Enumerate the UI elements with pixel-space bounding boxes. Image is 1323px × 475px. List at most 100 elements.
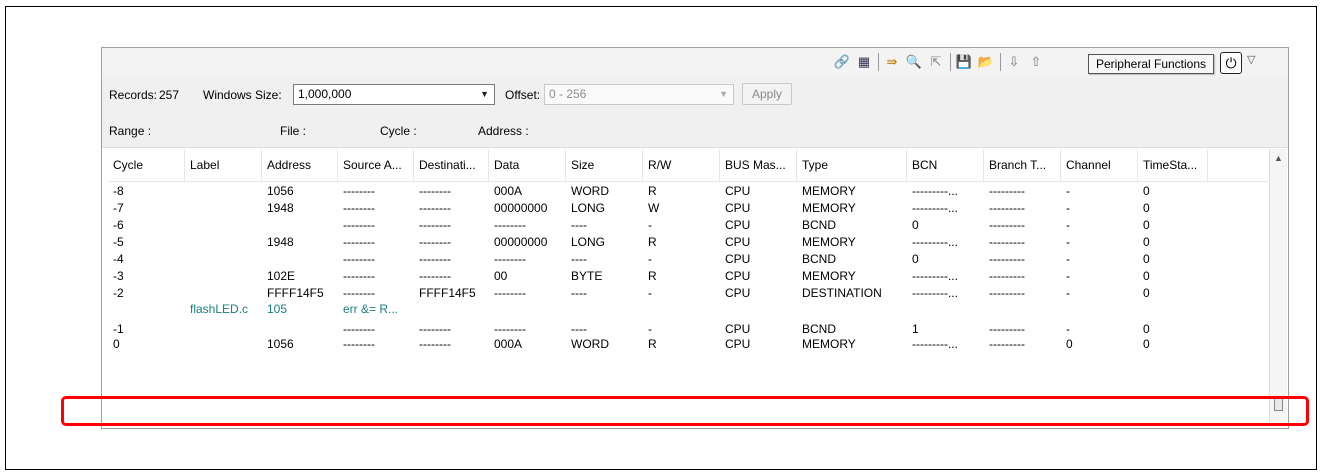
cell-channel: - <box>1066 252 1070 266</box>
view-menu-chevron-down-icon[interactable]: ▽ <box>1247 53 1255 66</box>
filter-info-row: Range : File : Cycle : Address : <box>102 113 1288 148</box>
search-icon[interactable]: 🔍 <box>906 54 922 70</box>
cell-label <box>185 268 262 284</box>
table-row[interactable]: -8 1056 -------- -------- 000A WORD R CPU MEMORY… <box>108 183 1218 199</box>
filter-icon[interactable]: ⇩ <box>1006 54 1022 70</box>
cell-label <box>185 217 262 233</box>
cell-rw: R <box>648 269 657 283</box>
cell-type: BCND <box>802 218 837 232</box>
cell-data: 00 <box>494 269 508 283</box>
table-row[interactable]: -7 1948 -------- -------- 00000000 LONG W CPU ME… <box>108 200 1218 216</box>
toolbar: 🔗 ▦ ⇛ 🔍 ⇱ 💾 📂 ⇩ ⇧ Peripheral Functions ⏻… <box>102 48 1288 78</box>
table-row[interactable]: -5 1948 -------- -------- 00000000 LONG R CPU ME… <box>108 234 1218 250</box>
offset-select[interactable]: 0 - 256 ▼ <box>544 84 734 105</box>
cycle-label: Cycle : <box>380 124 417 138</box>
cell-branch-type: --------- <box>989 218 1025 232</box>
file-label: File : <box>280 124 307 138</box>
column-header-address[interactable]: Address <box>262 149 338 181</box>
window-size-select[interactable]: 1,000,000 ▼ <box>293 84 495 105</box>
column-header-timestamp[interactable]: TimeSta... <box>1138 149 1208 181</box>
scroll-up-icon[interactable]: ▲ <box>1274 153 1283 163</box>
cell-type: BCND <box>802 322 837 336</box>
cell-bus-master <box>720 301 797 317</box>
cell-rw: R <box>648 235 657 249</box>
save-icon[interactable]: 💾 <box>956 54 972 70</box>
cell-address: 1948 <box>267 201 294 215</box>
address-label: Address : <box>478 124 529 138</box>
export-icon[interactable]: ⇱ <box>928 54 944 70</box>
power-icon[interactable]: ⏻ <box>1220 52 1242 74</box>
cell-timestamp: 0 <box>1143 286 1150 300</box>
cell-data: -------- <box>494 322 526 336</box>
cell-timestamp <box>1138 301 1208 317</box>
cell-branch-type: --------- <box>989 201 1025 215</box>
cell-bcn: 0 <box>912 218 919 232</box>
cell-bus-master: CPU <box>725 337 751 351</box>
cell-channel: - <box>1066 201 1070 215</box>
table-row[interactable]: -4 -------- -------- -------- ---- - CPU BCND 0-… <box>108 251 1218 267</box>
cell-source-address: -------- <box>343 235 375 249</box>
column-header-destination[interactable]: Destinati... <box>414 149 489 181</box>
column-header-bus-master[interactable]: BUS Mas... <box>720 149 797 181</box>
cell-data: -------- <box>494 286 526 300</box>
cell-cycle: -7 <box>113 201 124 215</box>
column-header-branch-type[interactable]: Branch T... <box>984 149 1061 181</box>
table-row[interactable]: 0 1056 -------- -------- 000A WORD R CPU MEMORY -… <box>108 336 1218 352</box>
cell-data: 00000000 <box>494 201 548 215</box>
chevron-down-icon: ▼ <box>480 89 489 99</box>
cell-cycle: -8 <box>113 184 124 198</box>
cell-data: -------- <box>494 218 526 232</box>
cell-cycle: -2 <box>113 286 124 300</box>
cell-bus-master: CPU <box>725 269 751 283</box>
cell-timestamp: 0 <box>1143 322 1150 336</box>
cell-bus-master: CPU <box>725 235 751 249</box>
cell-bcn: ---------... <box>912 337 958 351</box>
cell-type: MEMORY <box>802 337 856 351</box>
cell-size: ---- <box>571 252 587 266</box>
cell-type: MEMORY <box>802 235 856 249</box>
cell-source-address: -------- <box>343 337 375 351</box>
apply-button[interactable]: Apply <box>742 83 792 105</box>
table-row[interactable]: -2 FFFF14F5 -------- FFFF14F5 -------- ---- - C… <box>108 285 1218 301</box>
cell-channel: - <box>1066 218 1070 232</box>
cell-timestamp: 0 <box>1143 218 1150 232</box>
column-header-channel[interactable]: Channel <box>1061 149 1138 181</box>
cell-rw: - <box>648 218 652 232</box>
column-header-size[interactable]: Size <box>566 149 643 181</box>
cell-bcn: ---------... <box>912 201 958 215</box>
step-icon[interactable]: ⇛ <box>884 54 900 70</box>
cell-label <box>185 321 262 337</box>
cell-size: LONG <box>571 235 606 249</box>
cell-label <box>185 285 262 301</box>
cell-data: 00000000 <box>494 235 548 249</box>
column-header-cycle[interactable]: Cycle <box>108 149 185 181</box>
sort-icon[interactable]: ⇧ <box>1028 54 1044 70</box>
scrollbar-thumb[interactable] <box>1274 397 1283 411</box>
column-header-rw[interactable]: R/W <box>643 149 720 181</box>
column-header-data[interactable]: Data <box>489 149 566 181</box>
open-folder-icon[interactable]: 📂 <box>978 54 994 70</box>
table-row[interactable]: -6 -------- -------- -------- ---- - CPU BCND 0-… <box>108 217 1218 233</box>
cell-address: 1948 <box>267 235 294 249</box>
cell-source-address: err &= R... <box>343 302 399 316</box>
cell-channel: - <box>1066 269 1070 283</box>
cell-timestamp: 0 <box>1143 337 1150 351</box>
table-row[interactable]: flashLED.c 105 err &= R... <box>108 301 1218 317</box>
cell-rw: R <box>648 337 657 351</box>
column-header-bcn[interactable]: BCN <box>907 149 984 181</box>
column-header-source-address[interactable]: Source A... <box>338 149 414 181</box>
vertical-scrollbar[interactable]: ▲ <box>1269 149 1287 424</box>
cell-branch-type: --------- <box>989 184 1025 198</box>
window-size-label: Windows Size: <box>203 88 282 102</box>
table-row[interactable]: -3 102E -------- -------- 00 BYTE R CPU MEMORY --… <box>108 268 1218 284</box>
table-icon[interactable]: ▦ <box>856 54 872 70</box>
table-row[interactable]: -1 -------- -------- -------- ---- - CPU BCND 1-… <box>108 321 1218 337</box>
column-header-type[interactable]: Type <box>797 149 907 181</box>
toolbar-separator <box>950 53 951 71</box>
controls-row: Records: 257 Windows Size: 1,000,000 ▼ O… <box>102 77 1288 113</box>
range-label: Range : <box>109 124 152 138</box>
column-header-label[interactable]: Label <box>185 149 262 181</box>
cell-data: 000A <box>494 337 523 351</box>
cell-size <box>566 301 643 317</box>
link-icon[interactable]: 🔗 <box>834 54 850 70</box>
